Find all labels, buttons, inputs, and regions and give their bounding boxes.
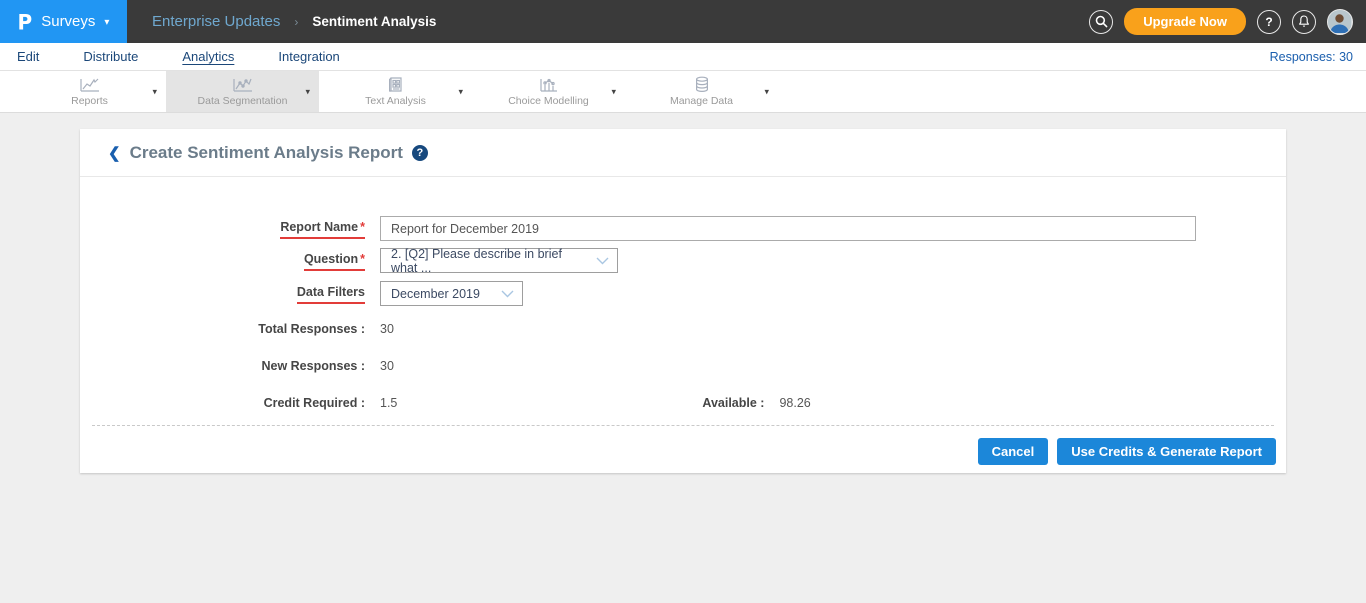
nav-item-edit[interactable]: Edit — [17, 49, 39, 64]
required-asterisk: * — [360, 252, 365, 266]
question-row: Question* 2. [Q2] Please describe in bri… — [80, 248, 1286, 273]
create-report-card: ❮ Create Sentiment Analysis Report ? Rep… — [80, 129, 1286, 473]
question-select[interactable]: 2. [Q2] Please describe in brief what ..… — [380, 248, 618, 273]
notifications-button[interactable] — [1292, 10, 1316, 34]
available-credits-group: Available : 98.26 — [702, 396, 810, 410]
survey-section-nav: Edit Distribute Analytics Integration Re… — [0, 43, 1366, 71]
chevron-down-icon[interactable]: ▾ — [764, 86, 769, 97]
credit-required-value: 1.5 — [380, 396, 397, 410]
breadcrumb-survey-name[interactable]: Enterprise Updates — [152, 13, 280, 30]
data-filters-select[interactable]: December 2019 — [380, 281, 523, 306]
responses-count[interactable]: Responses: 30 — [1270, 50, 1353, 64]
breadcrumb-separator-icon: › — [294, 15, 298, 29]
upgrade-now-button[interactable]: Upgrade Now — [1124, 8, 1246, 35]
avatar-photo — [1328, 10, 1351, 33]
new-responses-label: New Responses : — [261, 359, 365, 373]
toolbar-item-manage-data[interactable]: Manage Data ▾ — [625, 71, 778, 112]
page-title: Create Sentiment Analysis Report — [130, 143, 403, 163]
card-header: ❮ Create Sentiment Analysis Report ? — [80, 129, 1286, 177]
question-mark-icon: ? — [1265, 15, 1272, 29]
topbar-actions: Upgrade Now ? — [1089, 0, 1366, 43]
user-avatar[interactable] — [1327, 9, 1353, 35]
total-responses-row: Total Responses : 30 — [80, 320, 1286, 338]
bar-line-chart-icon — [539, 76, 559, 93]
analytics-toolbar: Reports ▾ Data Segmentation ▾ Text Analy… — [0, 71, 1366, 113]
chevron-down-icon[interactable]: ▾ — [152, 86, 157, 97]
title-help-button[interactable]: ? — [412, 145, 428, 161]
chevron-down-icon[interactable]: ▾ — [458, 86, 463, 97]
nav-item-integration[interactable]: Integration — [278, 49, 339, 64]
required-asterisk: * — [360, 220, 365, 234]
questionpro-logo: P — [18, 9, 33, 34]
toolbar-item-choice-modelling[interactable]: Choice Modelling ▾ — [472, 71, 625, 112]
breadcrumb-current-page: Sentiment Analysis — [312, 14, 436, 29]
new-responses-value: 30 — [380, 359, 394, 373]
nav-item-distribute[interactable]: Distribute — [83, 49, 138, 64]
question-label: Question* — [304, 252, 365, 271]
report-name-label: Report Name* — [280, 220, 365, 239]
surveys-product-switcher[interactable]: P Surveys ▾ — [0, 0, 127, 43]
total-responses-label: Total Responses : — [258, 322, 365, 336]
credit-required-label: Credit Required : — [264, 396, 365, 410]
credit-required-row: Credit Required : 1.5 Available : 98.26 — [80, 394, 1286, 412]
line-chart-icon — [79, 76, 101, 93]
chevron-down-icon — [501, 290, 514, 298]
data-filters-row: Data Filters December 2019 — [80, 281, 1286, 306]
report-name-row: Report Name* — [80, 216, 1286, 241]
available-value: 98.26 — [779, 396, 810, 410]
database-icon — [694, 76, 710, 93]
chevron-down-icon[interactable]: ▾ — [305, 86, 310, 97]
chevron-down-icon[interactable]: ▾ — [611, 86, 616, 97]
help-button[interactable]: ? — [1257, 10, 1281, 34]
generate-report-button[interactable]: Use Credits & Generate Report — [1057, 438, 1276, 465]
chevron-down-icon — [596, 257, 609, 265]
nav-item-analytics[interactable]: Analytics — [182, 49, 234, 64]
top-navbar: P Surveys ▾ Enterprise Updates › Sentime… — [0, 0, 1366, 43]
new-responses-row: New Responses : 30 — [80, 357, 1286, 375]
document-icon — [388, 76, 404, 93]
toolbar-item-data-segmentation[interactable]: Data Segmentation ▾ — [166, 71, 319, 112]
bell-icon — [1298, 15, 1310, 28]
back-button[interactable]: ❮ — [108, 144, 121, 162]
toolbar-item-text-analysis[interactable]: Text Analysis ▾ — [319, 71, 472, 112]
product-name: Surveys — [41, 13, 95, 30]
report-form: Report Name* Question* 2. [Q2] Please de… — [80, 177, 1286, 473]
cancel-button[interactable]: Cancel — [978, 438, 1049, 465]
total-responses-value: 30 — [380, 322, 394, 336]
page-content: ❮ Create Sentiment Analysis Report ? Rep… — [0, 113, 1366, 473]
breadcrumb: Enterprise Updates › Sentiment Analysis — [152, 0, 436, 43]
toolbar-item-reports[interactable]: Reports ▾ — [13, 71, 166, 112]
data-filters-label: Data Filters — [297, 285, 365, 304]
search-icon — [1095, 15, 1108, 28]
available-label: Available : — [702, 396, 764, 410]
form-actions: Cancel Use Credits & Generate Report — [80, 426, 1286, 473]
chevron-down-icon: ▾ — [104, 17, 109, 28]
report-name-input[interactable] — [380, 216, 1196, 241]
search-button[interactable] — [1089, 10, 1113, 34]
scatter-chart-icon — [232, 76, 254, 93]
